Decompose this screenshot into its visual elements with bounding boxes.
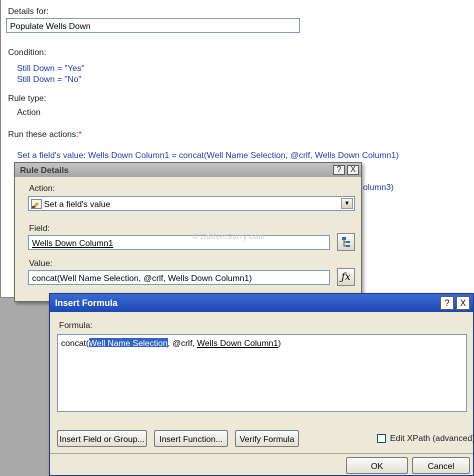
value-input[interactable]: concat(Well Name Selection, @crlf, Wells… (28, 270, 330, 285)
rule-type-label: Rule type: (8, 93, 47, 103)
field-input-value: Wells Down Column1 (32, 238, 114, 248)
run-actions-label: Run these actions:* (8, 129, 82, 139)
insert-formula-title: Insert Formula (55, 298, 118, 308)
rule-details-title: Rule Details (20, 165, 69, 175)
watermark: © DotNetSurry.com (192, 232, 266, 241)
insert-field-or-group-button[interactable]: Insert Field or Group... (57, 430, 147, 447)
rule-details-dialog: Rule Details ? X Action: Set a field's v… (14, 162, 362, 302)
field-label: Field: (29, 223, 50, 233)
action-line-2-fragment[interactable]: olumn3) (363, 182, 394, 192)
condition-line-2[interactable]: Still Down = "No" (17, 74, 81, 84)
action-select-value: Set a field's value (44, 198, 111, 209)
insert-formula-close-button[interactable]: X (456, 296, 470, 310)
insert-function-button[interactable]: Insert Function... (154, 430, 228, 447)
insert-formula-title-bar[interactable]: Insert Formula (50, 294, 473, 312)
field-input[interactable]: Wells Down Column1 (28, 235, 330, 250)
action-label: Action: (29, 183, 55, 193)
formula-field-ref[interactable]: Wells Down Column1 (197, 338, 278, 348)
chevron-down-icon[interactable]: ▼ (341, 198, 353, 209)
condition-label: Condition: (8, 47, 47, 57)
ok-button[interactable]: OK (346, 457, 408, 474)
formula-prefix: concat( (61, 338, 89, 348)
action-line-1[interactable]: Set a field's value: Wells Down Column1 … (17, 150, 399, 160)
formula-mid: , @crlf, (167, 338, 198, 348)
rule-details-help-button[interactable]: ? (333, 165, 345, 175)
insert-formula-dialog: Insert Formula ? X Formula: concat(Well … (49, 293, 474, 476)
function-icon: ƒx (341, 271, 351, 283)
required-marker: * (78, 129, 82, 139)
field-tree-icon (341, 237, 350, 247)
select-field-button[interactable] (337, 233, 355, 251)
verify-formula-button[interactable]: Verify Formula (235, 430, 299, 447)
details-for-label: Details for: (8, 6, 49, 16)
details-for-input[interactable]: Populate Wells Down (6, 18, 300, 33)
run-actions-label-text: Run these actions: (8, 129, 79, 139)
formula-label: Formula: (59, 320, 93, 330)
dialog-separator (50, 453, 473, 454)
set-field-value-icon (31, 198, 42, 209)
insert-formula-button[interactable]: ƒx (337, 268, 355, 286)
cancel-button[interactable]: Cancel (412, 457, 470, 474)
action-select[interactable]: Set a field's value ▼ (28, 196, 355, 211)
formula-field-selected[interactable]: Well Name Selection (88, 338, 168, 348)
condition-line-1[interactable]: Still Down = "Yes" (17, 63, 84, 73)
formula-editor[interactable]: concat(Well Name Selection, @crlf, Wells… (57, 334, 467, 412)
insert-formula-help-button[interactable]: ? (440, 296, 454, 310)
formula-suffix: ) (278, 338, 281, 348)
rule-type-value: Action (17, 107, 41, 117)
edit-xpath-label: Edit XPath (advanced) (390, 433, 474, 443)
value-label: Value: (29, 258, 53, 268)
rule-details-title-bar[interactable]: Rule Details (15, 163, 361, 177)
edit-xpath-checkbox[interactable] (377, 434, 386, 443)
rule-details-close-button[interactable]: X (347, 165, 359, 175)
